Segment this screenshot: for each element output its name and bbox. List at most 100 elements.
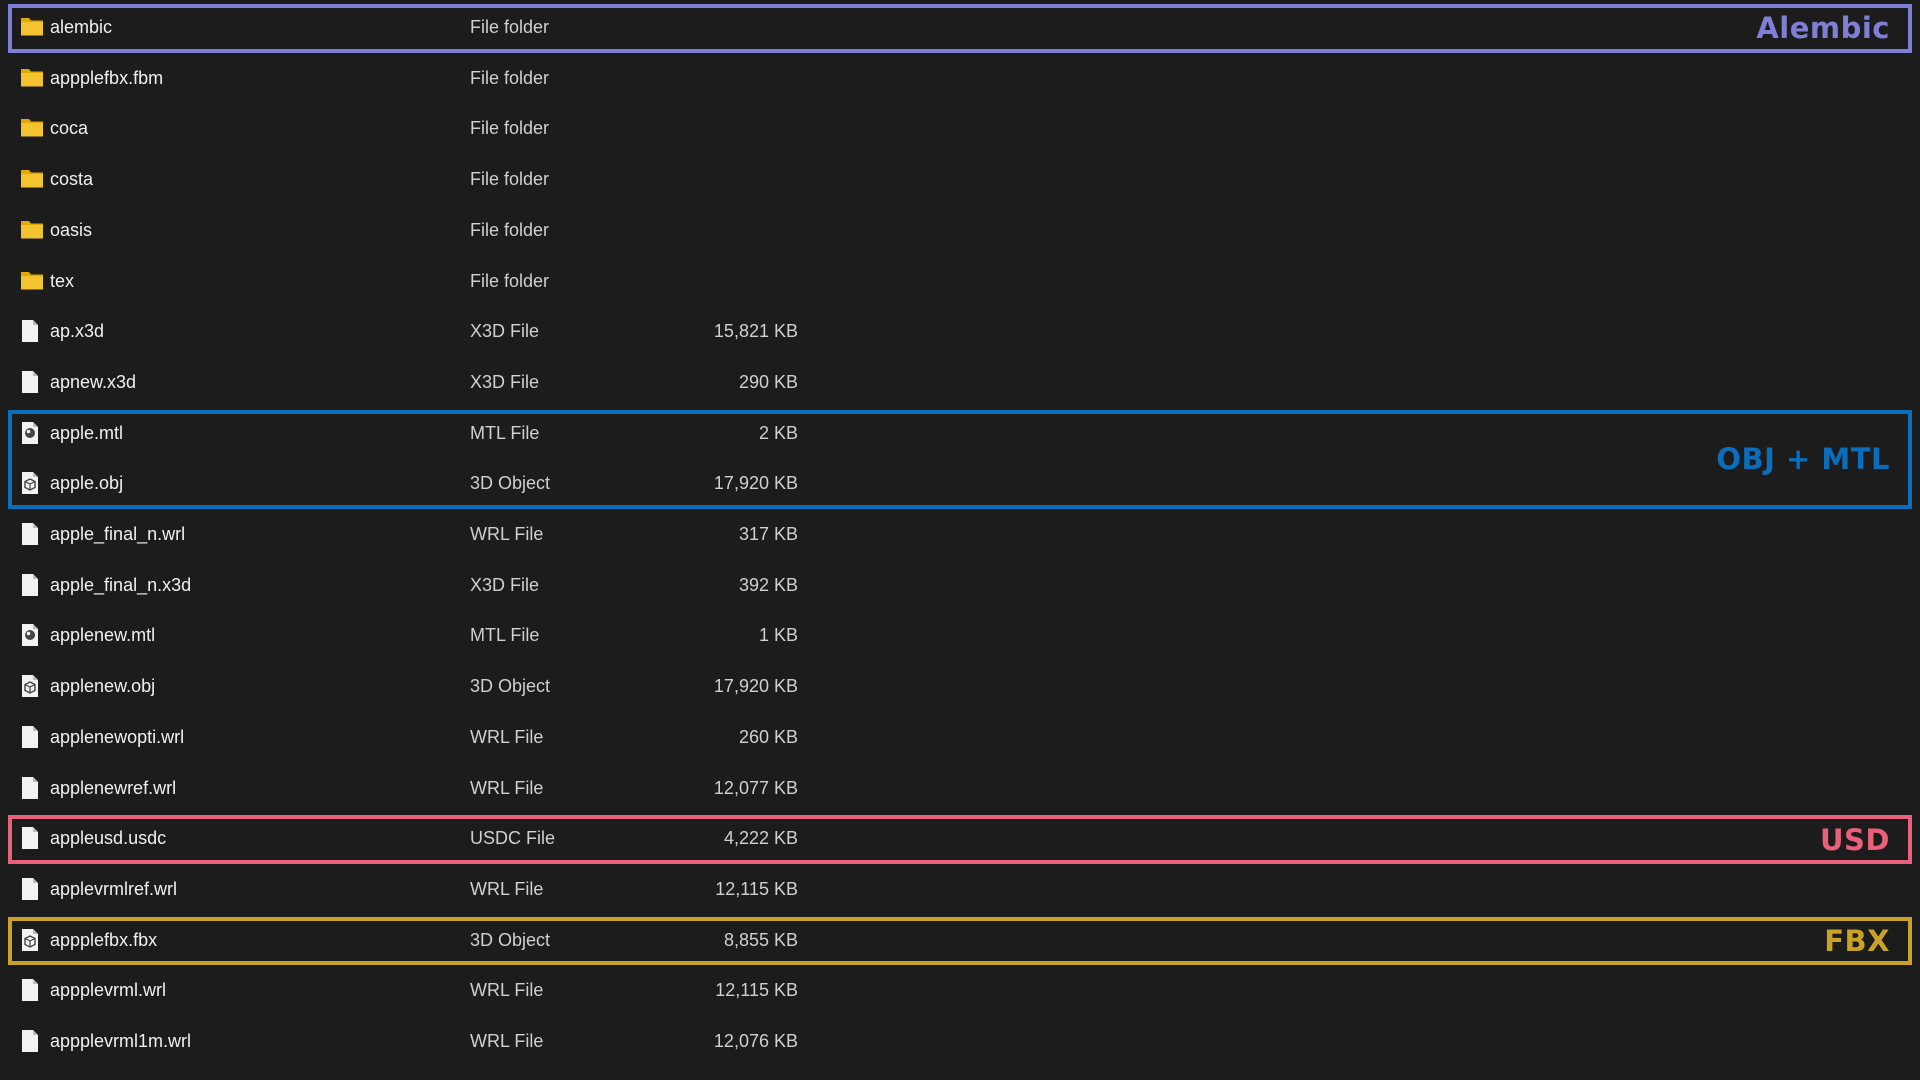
file-name: coca (50, 118, 89, 139)
file-type: File folder (470, 17, 550, 37)
3d-object-icon (20, 674, 44, 698)
file-type: File folder (470, 67, 550, 88)
file-name: apple.obj (50, 473, 124, 494)
file-row[interactable]: ap.x3d X3D File 15,821 KB (0, 306, 1920, 356)
file-type: File folder (470, 219, 550, 240)
file-type: MTL File (470, 422, 540, 443)
file-type: X3D File (470, 371, 540, 392)
file-name: appplefbx.fbm (50, 67, 164, 88)
file-type: 3D Object (470, 929, 551, 950)
file-type: File folder (470, 118, 550, 139)
file-name: alembic (50, 17, 113, 37)
file-icon (20, 725, 44, 749)
file-name: ap.x3d (50, 321, 105, 342)
file-name: applenew.obj (50, 676, 156, 697)
file-row[interactable]: applenewref.wrl WRL File 12,077 KB (0, 763, 1920, 813)
file-row[interactable]: applenew.mtl MTL File 1 KB (0, 610, 1920, 660)
file-type: File folder (470, 270, 550, 291)
file-row[interactable]: apple.obj 3D Object 17,920 KB (0, 458, 1920, 508)
file-type: File folder (470, 169, 550, 190)
3d-object-icon (20, 471, 44, 495)
file-size: 12,115 KB (715, 980, 798, 1001)
file-icon (20, 877, 44, 901)
folder-icon (20, 167, 44, 191)
file-size: 290 KB (738, 371, 798, 392)
file-name: tex (50, 270, 75, 291)
file-type: USDC File (470, 828, 556, 849)
folder-icon (20, 66, 44, 90)
file-type: X3D File (470, 574, 540, 595)
file-row[interactable]: appplevrml.wrl WRL File 12,115 KB (0, 965, 1920, 1015)
file-row[interactable]: tex File folder (0, 256, 1920, 306)
file-icon (20, 573, 44, 597)
file-name: apnew.x3d (50, 371, 137, 392)
file-name: appplefbx.fbx (50, 929, 158, 950)
file-row[interactable]: coca File folder (0, 103, 1920, 153)
file-name: apple.mtl (50, 422, 124, 443)
file-size: 260 KB (738, 726, 798, 747)
file-size: 1 KB (758, 625, 798, 646)
file-size: 12,077 KB (713, 777, 798, 798)
file-name: applevrmlref.wrl (50, 878, 178, 899)
file-row[interactable]: apple_final_n.x3d X3D File 392 KB (0, 560, 1920, 610)
file-type: WRL File (470, 777, 544, 798)
file-name: oasis (50, 219, 93, 240)
file-row[interactable]: alembic File folder (0, 2, 1920, 52)
folder-icon (20, 15, 44, 39)
folder-icon (20, 218, 44, 242)
file-type: WRL File (470, 726, 544, 747)
file-row[interactable]: appplefbx.fbx 3D Object 8,855 KB (0, 915, 1920, 965)
file-row[interactable]: oasis File folder (0, 205, 1920, 255)
file-row[interactable]: apnew.x3d X3D File 290 KB (0, 357, 1920, 407)
file-icon (20, 826, 44, 850)
mtl-file-icon (20, 421, 44, 445)
file-row[interactable]: appleusd.usdc USDC File 4,222 KB (0, 813, 1920, 863)
file-row[interactable]: appplefbx.fbm File folder (0, 53, 1920, 103)
folder-icon (20, 269, 44, 293)
file-type: 3D Object (470, 676, 551, 697)
file-row[interactable]: apple.mtl MTL File 2 KB (0, 408, 1920, 458)
file-name: appplevrml.wrl (50, 980, 167, 1001)
file-row[interactable]: apple_final_n.wrl WRL File 317 KB (0, 509, 1920, 559)
file-name: apple_final_n.x3d (50, 574, 192, 595)
file-name: apple_final_n.wrl (50, 524, 186, 544)
file-name: appleusd.usdc (50, 828, 167, 849)
file-type: WRL File (470, 524, 544, 544)
file-list: alembic File folder appplefbx.fbm File fold… (0, 0, 1920, 1080)
file-size: 12,115 KB (715, 878, 798, 899)
file-row[interactable]: costa File folder (0, 154, 1920, 204)
file-icon (20, 776, 44, 800)
file-type: X3D File (470, 321, 540, 342)
file-size: 17,920 KB (713, 676, 798, 697)
3d-object-icon (20, 928, 44, 952)
file-size: 8,855 KB (723, 929, 798, 950)
file-name: costa (50, 169, 94, 190)
file-name: applenewref.wrl (50, 777, 177, 798)
file-row[interactable]: applenew.obj 3D Object 17,920 KB (0, 661, 1920, 711)
file-type: WRL File (470, 1031, 544, 1051)
file-size: 12,076 KB (713, 1031, 798, 1051)
file-size: 4,222 KB (723, 828, 798, 849)
file-size: 17,920 KB (713, 473, 798, 494)
file-name: applenewopti.wrl (50, 726, 185, 747)
file-icon (20, 978, 44, 1002)
file-size: 15,821 KB (713, 321, 798, 342)
file-type: 3D Object (470, 473, 551, 494)
file-icon (20, 370, 44, 394)
file-size: 2 KB (758, 422, 798, 443)
file-size: 317 KB (738, 524, 798, 544)
folder-icon (20, 116, 44, 140)
file-icon (20, 1029, 44, 1053)
mtl-file-icon (20, 623, 44, 647)
file-row[interactable]: applevrmlref.wrl WRL File 12,115 KB (0, 864, 1920, 914)
file-name: appplevrml1m.wrl (50, 1031, 192, 1051)
file-name: applenew.mtl (50, 625, 156, 646)
file-type: WRL File (470, 980, 544, 1001)
file-size: 392 KB (738, 574, 798, 595)
file-type: MTL File (470, 625, 540, 646)
file-icon (20, 319, 44, 343)
file-type: WRL File (470, 878, 544, 899)
file-icon (20, 522, 44, 546)
file-row[interactable]: appplevrml1m.wrl WRL File 12,076 KB (0, 1016, 1920, 1066)
file-row[interactable]: applenewopti.wrl WRL File 260 KB (0, 712, 1920, 762)
